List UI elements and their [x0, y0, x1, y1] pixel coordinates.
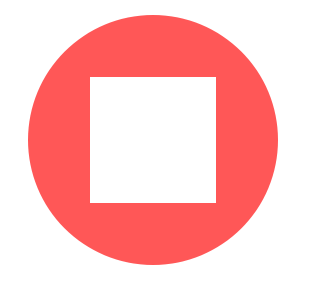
stop-button[interactable]	[28, 15, 278, 265]
stop-icon	[90, 77, 216, 203]
page	[0, 0, 315, 292]
